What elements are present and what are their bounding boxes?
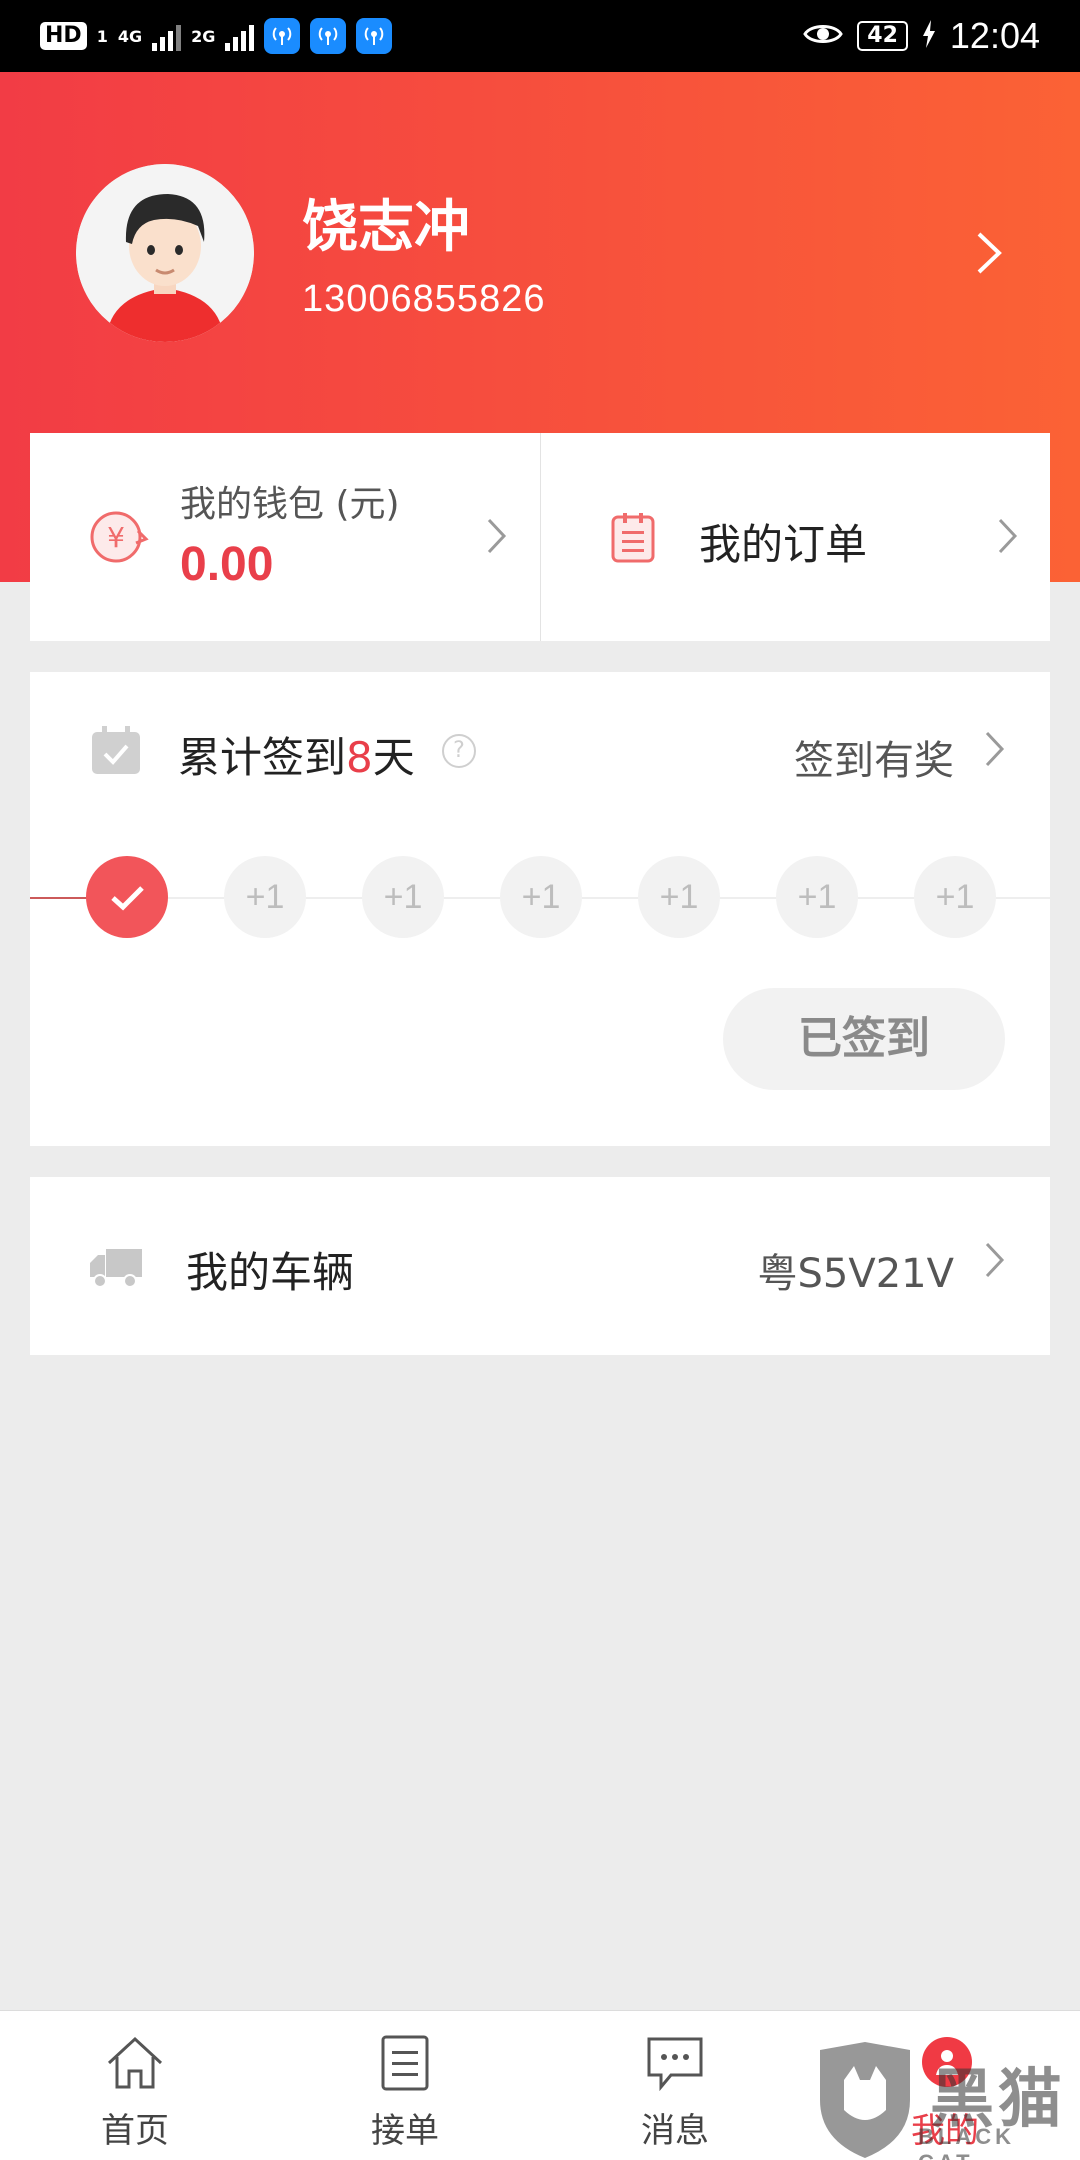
nav-tab-messages[interactable]: 消息 <box>540 2011 810 2160</box>
vehicle-entry[interactable]: 我的车辆 粤S5V21V <box>30 1177 1050 1355</box>
signin-step: +1 <box>362 856 444 938</box>
user-name: 饶志冲 <box>302 195 470 260</box>
status-bar-right: 42 12:04 <box>803 12 1040 60</box>
wallet-label: 我的钱包 (元) <box>180 484 400 525</box>
signin-progress-done <box>30 897 90 899</box>
nav-tab-orders[interactable]: 接单 <box>270 2011 540 2160</box>
bottom-nav: 首页 接单 消息 我的 <box>0 2010 1080 2160</box>
signin-step: +1 <box>500 856 582 938</box>
hotspot-icon <box>264 18 301 54</box>
wallet-entry[interactable]: ¥ 我的钱包 (元) 0.00 <box>30 433 540 641</box>
home-icon <box>103 2033 167 2097</box>
avatar[interactable] <box>76 164 254 342</box>
chevron-right-icon <box>984 1241 1006 1283</box>
signal-icon <box>152 21 182 51</box>
nav-tab-label: 消息 <box>641 2111 709 2151</box>
wallet-orders-card: ¥ 我的钱包 (元) 0.00 我的订单 <box>30 433 1050 641</box>
hotspot-icon <box>356 18 393 54</box>
network-type-2g: 2G <box>191 26 216 46</box>
calendar-check-icon <box>90 724 142 780</box>
sim-slot-label: 1 <box>96 26 108 46</box>
status-bar-left: HD 1 4G 2G <box>40 14 393 58</box>
profile-icon <box>922 2037 972 2087</box>
list-icon <box>373 2033 437 2097</box>
charging-icon <box>922 20 936 52</box>
eye-comfort-icon <box>803 20 844 52</box>
user-phone: 13006855826 <box>302 278 546 320</box>
signin-suffix: 天 <box>372 733 415 782</box>
avatar-illustration <box>76 164 254 342</box>
help-icon[interactable]: ? <box>442 734 476 768</box>
check-icon <box>111 886 144 911</box>
signin-prefix: 累计签到 <box>178 733 347 782</box>
clock: 12:04 <box>949 15 1040 56</box>
status-bar: HD 1 4G 2G 42 12:04 <box>0 0 1080 72</box>
nav-tab-label: 接单 <box>371 2111 439 2151</box>
battery-level: 42 <box>857 21 908 51</box>
signin-total-text: 累计签到8天 <box>178 724 415 785</box>
signed-in-button[interactable]: 已签到 <box>723 988 1005 1090</box>
license-plate: 粤S5V21V <box>757 1251 954 1297</box>
nav-tab-label: 我的 <box>911 2111 979 2151</box>
wallet-balance: 0.00 <box>180 538 274 591</box>
svg-text:¥: ¥ <box>107 521 125 554</box>
chevron-right-icon <box>486 517 508 559</box>
vehicle-label: 我的车辆 <box>186 1248 355 1297</box>
signin-step: +1 <box>638 856 720 938</box>
orders-label: 我的订单 <box>699 520 868 569</box>
signin-days-count: 8 <box>346 733 373 782</box>
orders-clipboard-icon <box>609 511 657 567</box>
signin-card: 累计签到8天 ? 签到有奖 +1 +1 +1 +1 +1 +1 已签到 <box>30 672 1050 1146</box>
chevron-right-icon[interactable] <box>975 230 1005 280</box>
chevron-right-icon[interactable] <box>984 730 1006 772</box>
chevron-right-icon <box>997 517 1019 559</box>
network-type-4g: 4G <box>117 26 143 46</box>
truck-icon <box>88 1247 144 1293</box>
nav-tab-home[interactable]: 首页 <box>0 2011 270 2160</box>
nav-tab-profile[interactable]: 我的 <box>810 2011 1080 2160</box>
signin-step: +1 <box>224 856 306 938</box>
hd-badge: HD <box>40 22 87 50</box>
nav-tab-label: 首页 <box>101 2111 169 2151</box>
signin-step: +1 <box>776 856 858 938</box>
signin-step-checked <box>86 856 168 938</box>
signin-step: +1 <box>914 856 996 938</box>
orders-entry[interactable]: 我的订单 <box>540 433 1050 641</box>
wallet-yuan-icon: ¥ <box>86 509 150 569</box>
signin-reward-link[interactable]: 签到有奖 <box>794 728 954 786</box>
message-icon <box>643 2033 707 2097</box>
hotspot-icon <box>310 18 347 54</box>
signal-icon <box>225 21 255 51</box>
